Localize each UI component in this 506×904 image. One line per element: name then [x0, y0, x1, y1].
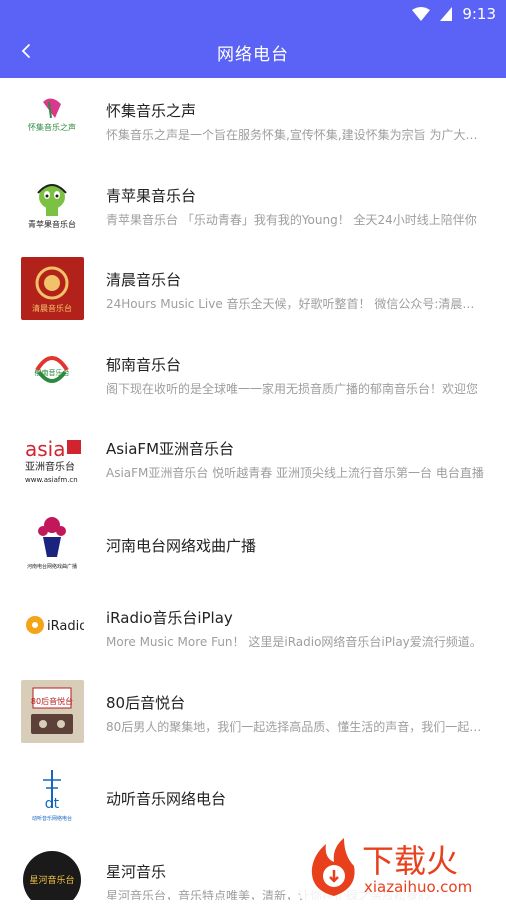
svg-text:亚洲音乐台: 亚洲音乐台 [25, 460, 75, 473]
svg-text:清晨音乐台: 清晨音乐台 [32, 303, 72, 313]
station-item[interactable]: dt 动听音乐网络电台 动听音乐网络电台 [0, 754, 506, 839]
station-item[interactable]: 怀集音乐之声 怀集音乐之声 怀集音乐之声是一个旨在服务怀集,宣传怀集,建设怀集为… [0, 78, 506, 163]
svg-text:郁南音乐台: 郁南音乐台 [35, 368, 70, 377]
station-desc: AsiaFM亚洲音乐台 悦听越青春 亚洲顶尖线上流行音乐第一台 电台直播 [106, 466, 484, 480]
svg-text:怀集音乐之声: 怀集音乐之声 [28, 122, 76, 132]
station-logo: iRadio [21, 595, 84, 658]
station-logo: 河南电台网络戏曲广播 [21, 510, 84, 574]
svg-text:80后音悦台: 80后音悦台 [31, 696, 73, 706]
station-desc: 阁下现在收听的是全球唯一一家用无损音质广播的郁南音乐台！欢迎您 [106, 381, 479, 396]
station-logo: asia 亚洲音乐台 www.asiafm.cn [21, 426, 84, 489]
svg-text:星河音乐台: 星河音乐台 [29, 874, 74, 886]
station-name: 星河音乐 [106, 862, 167, 881]
station-name: 郁南音乐台 [106, 355, 182, 374]
station-desc: 青苹果音乐台 「乐动青春」我有我的Young！ 全天24小时线上陪伴你 [106, 212, 477, 227]
station-item[interactable]: 80后音悦台 80后音悦台 80后男人的聚集地，我们一起选择高品质、懂生活的声音… [0, 670, 506, 755]
station-item[interactable]: 河南电台网络戏曲广播 河南电台网络戏曲广播 [0, 501, 506, 586]
station-item[interactable]: iRadio iRadio音乐台iPlay More Music More Fu… [0, 585, 506, 670]
svg-text:www.asiafm.cn: www.asiafm.cn [25, 476, 78, 484]
station-logo: 青苹果音乐台 [21, 172, 84, 236]
status-bar: 9:13 [412, 4, 496, 24]
station-logo: 郁南音乐台 [21, 341, 84, 405]
svg-text:动听音乐网络电台: 动听音乐网络电台 [32, 815, 72, 822]
station-logo: 清晨音乐台 [21, 257, 84, 320]
station-item[interactable]: asia 亚洲音乐台 www.asiafm.cn AsiaFM亚洲音乐台 AsiaF… [0, 416, 506, 501]
wifi-icon [412, 7, 431, 21]
station-logo: 星河音乐台 [21, 848, 84, 900]
watermark-url: xiazaihuo.com [364, 878, 472, 896]
station-desc: 怀集音乐之声是一个旨在服务怀集,宣传怀集,建设怀集为宗旨 为广大怀集人服务 [106, 128, 484, 142]
svg-text:dt: dt [45, 796, 60, 812]
station-name: 动听音乐网络电台 [106, 790, 227, 808]
watermark: 下载火 xiazaihuo.com [300, 834, 500, 900]
station-item[interactable]: 青苹果音乐台 青苹果音乐台 青苹果音乐台 「乐动青春」我有我的Young！ 全天… [0, 163, 506, 248]
svg-text:河南电台网络戏曲广播: 河南电台网络戏曲广播 [27, 563, 77, 570]
status-time: 9:13 [462, 5, 496, 23]
station-name: iRadio音乐台iPlay [106, 609, 233, 627]
page-title: 网络电台 [217, 45, 289, 65]
signal-icon [440, 7, 453, 21]
svg-text:asia: asia [25, 437, 66, 461]
station-name: 怀集音乐之声 [106, 102, 197, 120]
station-item[interactable]: 清晨音乐台 清晨音乐台 24Hours Music Live 音乐全天候，好歌听… [0, 247, 506, 332]
station-desc: 24Hours Music Live 音乐全天候，好歌听整首！ 微信公众号:清晨… [106, 297, 484, 311]
station-desc: More Music More Fun！ 这里是iRadio网络音乐台iPlay… [106, 635, 482, 649]
station-list: 怀集音乐之声 怀集音乐之声 怀集音乐之声是一个旨在服务怀集,宣传怀集,建设怀集为… [0, 78, 506, 900]
station-logo: dt 动听音乐网络电台 [21, 764, 84, 827]
station-item[interactable]: 郁南音乐台 郁南音乐台 阁下现在收听的是全球唯一一家用无损音质广播的郁南音乐台！… [0, 332, 506, 417]
station-name: 青苹果音乐台 [106, 186, 197, 205]
station-logo: 怀集音乐之声 [21, 88, 84, 151]
app-header: 9:13 网络电台 [0, 0, 506, 78]
watermark-text: 下载火 [362, 842, 458, 880]
station-name: 80后音悦台 [106, 693, 186, 712]
station-desc: 80后男人的聚集地，我们一起选择高品质、懂生活的声音，我们一起去感受 [106, 719, 484, 734]
svg-text:iRadio: iRadio [47, 619, 84, 634]
station-name: 清晨音乐台 [106, 271, 182, 289]
station-name: AsiaFM亚洲音乐台 [106, 440, 235, 458]
svg-text:青苹果音乐台: 青苹果音乐台 [28, 219, 76, 229]
station-name: 河南电台网络戏曲广播 [106, 536, 257, 555]
station-logo: 80后音悦台 [21, 679, 84, 743]
